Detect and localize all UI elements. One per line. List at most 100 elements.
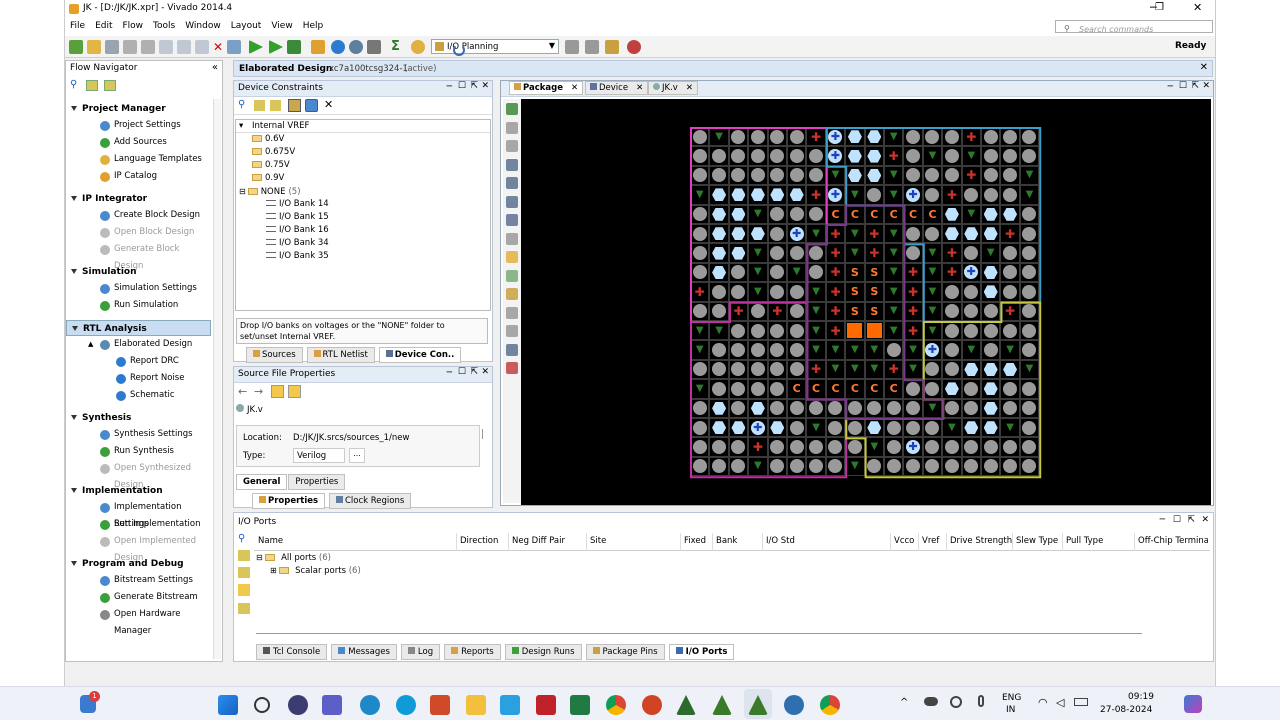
check-icon[interactable] xyxy=(331,40,345,54)
flow-item[interactable]: Simulation Settings xyxy=(66,280,211,297)
bottom-tab[interactable]: Log xyxy=(400,644,441,660)
gear-icon[interactable] xyxy=(349,40,363,54)
bottom-tab[interactable]: Reports xyxy=(444,644,501,660)
maximize-icon[interactable]: ☐ xyxy=(1173,515,1181,525)
save-icon[interactable] xyxy=(105,40,119,54)
language-in[interactable]: IN xyxy=(1006,705,1015,715)
menu-view[interactable]: View xyxy=(266,18,297,34)
close-icon[interactable]: ✕ xyxy=(324,98,333,111)
collapse-node-icon[interactable]: ⊟ xyxy=(256,553,263,562)
minimize-icon[interactable]: ─ xyxy=(1168,82,1173,92)
undo-icon[interactable] xyxy=(123,40,137,54)
expand-all-icon[interactable] xyxy=(238,550,250,561)
hardware-icon[interactable] xyxy=(411,40,425,54)
view-tool-icon[interactable] xyxy=(506,214,518,226)
io-ports-row-scalar[interactable]: ⊞ Scalar ports (6) xyxy=(270,566,361,576)
flow-item[interactable]: Create Block Design xyxy=(66,207,211,224)
tab-device[interactable]: Device ✕ xyxy=(585,81,649,95)
start-icon[interactable] xyxy=(218,695,238,715)
refresh-icon[interactable] xyxy=(271,385,284,398)
dashboard-icon[interactable] xyxy=(627,40,641,54)
show-groups-icon[interactable] xyxy=(288,99,301,112)
expand-all-icon[interactable] xyxy=(86,80,98,91)
teams-icon[interactable] xyxy=(288,695,308,715)
layout-select[interactable]: I/O Planning ▼ xyxy=(431,39,559,54)
report-icon[interactable] xyxy=(311,40,325,54)
io-bank-item[interactable]: I/O Bank 34 xyxy=(236,237,490,250)
add-icon[interactable] xyxy=(238,603,250,614)
column-header[interactable]: Site xyxy=(590,536,606,546)
view-tool-icon[interactable] xyxy=(506,306,518,319)
type-value[interactable]: Verilog xyxy=(293,448,345,463)
io-bank-item[interactable]: I/O Bank 14 xyxy=(236,198,490,211)
flow-section[interactable]: IP Integrator xyxy=(66,191,211,207)
probe-icon[interactable] xyxy=(605,40,619,54)
tab-package[interactable]: Package ✕ xyxy=(509,81,584,95)
collapse-icon[interactable]: « xyxy=(212,62,218,73)
column-header[interactable]: Slew Type xyxy=(1016,536,1058,546)
expand-triangle-icon[interactable] xyxy=(71,415,77,420)
view-tool-icon[interactable] xyxy=(506,343,518,356)
close-icon[interactable]: ✕ xyxy=(686,83,693,93)
tab-clock-regions[interactable]: Clock Regions xyxy=(328,493,412,509)
menu-file[interactable]: File xyxy=(65,18,90,34)
vref-voltage-item[interactable]: 0.675V xyxy=(236,146,490,159)
flow-item[interactable]: Generate Block Design xyxy=(66,241,211,271)
flow-item[interactable]: Run Implementation xyxy=(66,516,211,533)
redo-icon[interactable] xyxy=(141,40,155,54)
search-icon[interactable]: ⚲ xyxy=(238,99,245,110)
view-tool-icon[interactable] xyxy=(506,195,518,208)
close-icon[interactable]: ✕ xyxy=(1201,515,1209,525)
bottom-tab[interactable]: Messages xyxy=(331,644,397,660)
file-explorer-icon[interactable] xyxy=(466,695,486,715)
close-icon[interactable]: ✕ xyxy=(636,83,643,93)
flow-item[interactable]: Report DRC xyxy=(66,353,211,370)
collapse-triangle-icon[interactable]: ▾ xyxy=(239,121,246,131)
select-icon[interactable] xyxy=(288,385,301,398)
close-icon[interactable]: ✕ xyxy=(1200,62,1208,73)
flow-item[interactable]: Report Noise xyxy=(66,370,211,387)
expand-all-icon[interactable] xyxy=(254,100,265,111)
expand-triangle-icon[interactable] xyxy=(71,488,77,493)
flow-item[interactable]: Run Simulation xyxy=(66,297,211,314)
maximize-icon[interactable]: ☐ xyxy=(458,367,466,377)
float-icon[interactable]: ⇱ xyxy=(470,367,478,377)
horizontal-scrollbar[interactable] xyxy=(256,633,1142,639)
vivado-hls-icon[interactable] xyxy=(676,695,696,715)
vref-voltage-item[interactable]: 0.75V xyxy=(236,159,490,172)
float-icon[interactable]: ⇱ xyxy=(470,81,478,91)
minimize-icon[interactable]: ─ xyxy=(447,368,452,378)
view-tool-icon[interactable] xyxy=(506,232,518,245)
view-tool-icon[interactable] xyxy=(506,325,518,337)
flow-item[interactable]: Language Templates xyxy=(66,151,211,168)
io-bank-item[interactable]: I/O Bank 16 xyxy=(236,224,490,237)
menu-help[interactable]: Help xyxy=(298,18,329,34)
column-header[interactable]: Bank xyxy=(716,536,737,546)
menu-tools[interactable]: Tools xyxy=(148,18,180,34)
clock-date[interactable]: 27-08-2024 xyxy=(1100,705,1152,715)
search-icon[interactable]: ⚲ xyxy=(238,533,245,544)
flow-section[interactable]: Simulation xyxy=(66,264,211,280)
tab-jk-v[interactable]: JK.v ✕ xyxy=(648,81,698,95)
menu-edit[interactable]: Edit xyxy=(90,18,117,34)
bottom-tab[interactable]: Tcl Console xyxy=(256,644,328,660)
search-commands-box[interactable]: ⚲ Search commands xyxy=(1055,20,1213,34)
bottom-tab[interactable]: Design Runs xyxy=(504,644,582,660)
wifi-icon[interactable]: ◠ xyxy=(1038,696,1048,709)
menu-flow[interactable]: Flow xyxy=(118,18,149,34)
debug-icon[interactable] xyxy=(565,40,579,54)
battery-icon[interactable] xyxy=(1074,698,1088,706)
vref-voltage-item[interactable]: 0.6V xyxy=(236,133,490,146)
expand-triangle-icon[interactable] xyxy=(71,561,77,566)
view-tool-icon[interactable] xyxy=(506,140,518,152)
menu-layout[interactable]: Layout xyxy=(226,18,267,34)
maximize-icon[interactable]: ☐ xyxy=(458,81,466,91)
expand-triangle-icon[interactable] xyxy=(71,196,77,201)
column-header[interactable]: Direction xyxy=(460,536,498,546)
sync-icon[interactable] xyxy=(950,696,962,708)
io-bank-item[interactable]: I/O Bank 35 xyxy=(236,250,490,263)
browse-button[interactable]: ... xyxy=(349,448,365,463)
tree-root[interactable]: ▾ Internal VREF xyxy=(236,120,490,133)
search-icon[interactable] xyxy=(254,697,270,713)
close-icon[interactable]: ✕ xyxy=(1202,81,1210,91)
